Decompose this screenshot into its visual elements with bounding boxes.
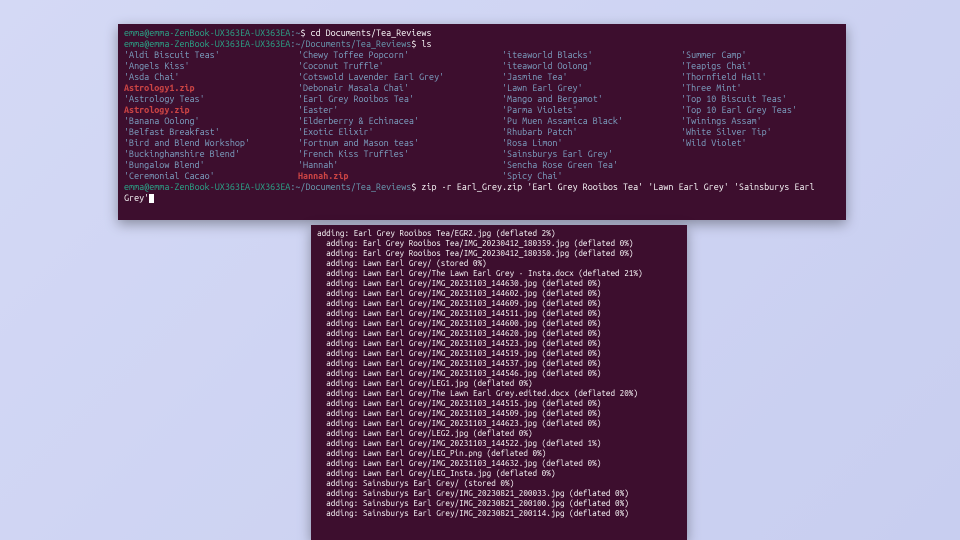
zip-output-line: adding: Lawn Earl Grey/IMG_20231103_1445… xyxy=(317,408,681,418)
cmd-cd: cd Documents/Tea_Reviews xyxy=(305,28,431,38)
ls-entry-zip: Astrology.zip xyxy=(124,105,294,116)
zip-output-line: adding: Lawn Earl Grey/ (stored 0%) xyxy=(317,258,681,268)
ls-entry-dir: 'Top 10 Biscuit Teas' xyxy=(681,94,831,105)
ls-entry-zip: Hannah.zip xyxy=(298,171,498,182)
prompt-user: emma xyxy=(124,28,144,38)
ls-entry-dir: 'Twinings Assam' xyxy=(681,116,831,127)
ls-entry-dir: 'Hannah' xyxy=(298,160,498,171)
cursor xyxy=(149,194,154,203)
prompt-line-ls: emma@emma-ZenBook-UX363EA-UX363EA:~/Docu… xyxy=(124,39,840,50)
terminal-upper[interactable]: emma@emma-ZenBook-UX363EA-UX363EA:~$ cd … xyxy=(118,24,846,220)
ls-entry-dir: 'Sainsburys Earl Grey' xyxy=(502,149,677,160)
ls-output: 'Aldi Biscuit Teas''Angels Kiss''Asda Ch… xyxy=(124,50,840,182)
ls-entry-dir: 'French Kiss Truffles' xyxy=(298,149,498,160)
ls-entry-dir: 'Coconut Truffle' xyxy=(298,61,498,72)
zip-output-line: adding: Lawn Earl Grey/IMG_20231103_1446… xyxy=(317,328,681,338)
zip-output-line: adding: Lawn Earl Grey/IMG_20231103_1445… xyxy=(317,438,681,448)
zip-output-line: adding: Sainsburys Earl Grey/IMG_2023082… xyxy=(317,508,681,518)
zip-output: adding: Earl Grey Rooibos Tea/EGR2.jpg (… xyxy=(317,228,681,518)
ls-entry-dir: 'Fortnum and Mason teas' xyxy=(298,138,498,149)
ls-entry-dir: 'Three Mint' xyxy=(681,83,831,94)
ls-entry-dir: 'Teapigs Chai' xyxy=(681,61,831,72)
zip-output-line: adding: Lawn Earl Grey/The Lawn Earl Gre… xyxy=(317,268,681,278)
ls-entry-dir: 'Rosa Limon' xyxy=(502,138,677,149)
ls-entry-dir: 'Astrology Teas' xyxy=(124,94,294,105)
zip-output-line: adding: Lawn Earl Grey/The Lawn Earl Gre… xyxy=(317,388,681,398)
zip-output-line: adding: Lawn Earl Grey/LEG_Insta.jpg (de… xyxy=(317,468,681,478)
ls-entry-dir: 'Elderberry & Echinacea' xyxy=(298,116,498,127)
ls-entry-dir: 'Sencha Rose Green Tea' xyxy=(502,160,677,171)
zip-output-line: adding: Lawn Earl Grey/IMG_20231103_1445… xyxy=(317,398,681,408)
ls-entry-zip: Astrology1.zip xyxy=(124,83,294,94)
ls-entry-dir: 'Parma Violets' xyxy=(502,105,677,116)
zip-output-line: adding: Lawn Earl Grey/IMG_20231103_1446… xyxy=(317,298,681,308)
ls-entry-dir: 'Spicy Chai' xyxy=(502,171,677,182)
cmd-ls: ls xyxy=(416,39,431,49)
ls-entry-dir: 'Belfast Breakfast' xyxy=(124,127,294,138)
ls-entry-dir: 'Aldi Biscuit Teas' xyxy=(124,50,294,61)
ls-entry-dir: 'Top 10 Earl Grey Teas' xyxy=(681,105,831,116)
zip-output-line: adding: Earl Grey Rooibos Tea/IMG_202304… xyxy=(317,238,681,248)
zip-output-line: adding: Lawn Earl Grey/IMG_20231103_1445… xyxy=(317,358,681,368)
ls-entry-dir: 'Bird and Blend Workshop' xyxy=(124,138,294,149)
ls-entry-dir: 'Bungalow Blend' xyxy=(124,160,294,171)
zip-output-line: adding: Lawn Earl Grey/IMG_20231103_1445… xyxy=(317,308,681,318)
ls-entry-dir: 'Jasmine Tea' xyxy=(502,72,677,83)
ls-entry-dir: 'Cotswold Lavender Earl Grey' xyxy=(298,72,498,83)
zip-output-line: adding: Lawn Earl Grey/IMG_20231103_1446… xyxy=(317,458,681,468)
zip-output-line: adding: Lawn Earl Grey/IMG_20231103_1445… xyxy=(317,348,681,358)
ls-entry-dir: 'Earl Grey Rooibos Tea' xyxy=(298,94,498,105)
zip-output-line: adding: Lawn Earl Grey/LEG1.jpg (deflate… xyxy=(317,378,681,388)
zip-output-line: adding: Sainsburys Earl Grey/IMG_2023082… xyxy=(317,488,681,498)
zip-output-line: adding: Lawn Earl Grey/LEG2.jpg (deflate… xyxy=(317,428,681,438)
ls-entry-dir: 'Mango and Bergamot' xyxy=(502,94,677,105)
ls-entry-dir: 'Banana Oolong' xyxy=(124,116,294,127)
ls-entry-dir: 'iteaworld Oolong' xyxy=(502,61,677,72)
zip-output-line: adding: Sainsburys Earl Grey/ (stored 0%… xyxy=(317,478,681,488)
ls-col-1: 'Aldi Biscuit Teas''Angels Kiss''Asda Ch… xyxy=(124,50,294,182)
ls-entry-dir: 'Chewy Toffee Popcorn' xyxy=(298,50,498,61)
ls-entry-dir: 'Lawn Earl Grey' xyxy=(502,83,677,94)
ls-entry-dir: 'Thornfield Hall' xyxy=(681,72,831,83)
zip-output-line: adding: Lawn Earl Grey/LEG_Pin.png (defl… xyxy=(317,448,681,458)
zip-output-line: adding: Earl Grey Rooibos Tea/IMG_202304… xyxy=(317,248,681,258)
zip-output-line: adding: Lawn Earl Grey/IMG_20231103_1446… xyxy=(317,288,681,298)
prompt-line-cd: emma@emma-ZenBook-UX363EA-UX363EA:~$ cd … xyxy=(124,28,840,39)
ls-entry-dir: 'iteaworld Blacks' xyxy=(502,50,677,61)
ls-entry-dir: 'Easter' xyxy=(298,105,498,116)
zip-output-line: adding: Sainsburys Earl Grey/IMG_2023082… xyxy=(317,498,681,508)
zip-output-line: adding: Lawn Earl Grey/IMG_20231103_1445… xyxy=(317,368,681,378)
ls-entry-dir: 'Rhubarb Patch' xyxy=(502,127,677,138)
ls-entry-dir: 'Exotic Elixir' xyxy=(298,127,498,138)
prompt-line-zip: emma@emma-ZenBook-UX363EA-UX363EA:~/Docu… xyxy=(124,182,840,204)
zip-output-line: adding: Earl Grey Rooibos Tea/EGR2.jpg (… xyxy=(317,228,681,238)
ls-entry-dir: 'Summer Camp' xyxy=(681,50,831,61)
zip-output-line: adding: Lawn Earl Grey/IMG_20231103_1445… xyxy=(317,338,681,348)
ls-entry-dir: 'Pu Muen Assamica Black' xyxy=(502,116,677,127)
zip-output-line: adding: Lawn Earl Grey/IMG_20231103_1446… xyxy=(317,318,681,328)
zip-output-line: adding: Lawn Earl Grey/IMG_20231103_1446… xyxy=(317,278,681,288)
ls-entry-dir: 'Debonair Masala Chai' xyxy=(298,83,498,94)
terminal-lower[interactable]: adding: Earl Grey Rooibos Tea/EGR2.jpg (… xyxy=(311,225,687,540)
zip-output-line: adding: Lawn Earl Grey/IMG_20231103_1446… xyxy=(317,418,681,428)
ls-entry-dir: 'Asda Chai' xyxy=(124,72,294,83)
ls-entry-dir: 'Ceremonial Cacao' xyxy=(124,171,294,182)
ls-entry-dir: 'White Silver Tip' xyxy=(681,127,831,138)
ls-col-3: 'iteaworld Blacks''iteaworld Oolong''Jas… xyxy=(502,50,677,182)
ls-entry-dir: 'Buckinghamshire Blend' xyxy=(124,149,294,160)
ls-col-4: 'Summer Camp''Teapigs Chai''Thornfield H… xyxy=(681,50,831,182)
ls-entry-dir: 'Angels Kiss' xyxy=(124,61,294,72)
ls-entry-dir: 'Wild Violet' xyxy=(681,138,831,149)
ls-col-2: 'Chewy Toffee Popcorn''Coconut Truffle''… xyxy=(298,50,498,182)
